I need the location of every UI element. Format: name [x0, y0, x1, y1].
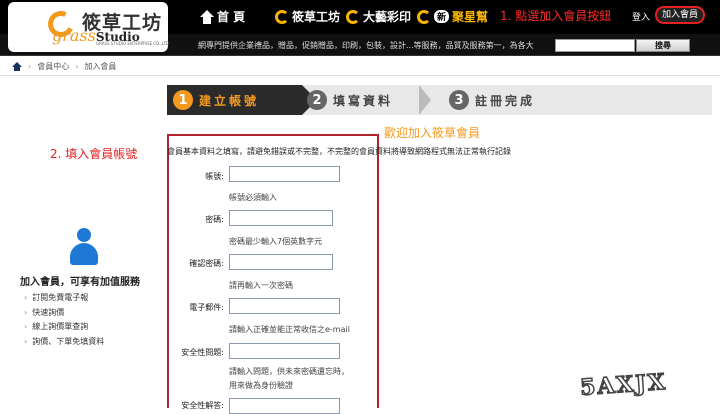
benefit-item-quote-lookup[interactable]: 線上詢價單查詢: [24, 321, 104, 336]
menu-star-club[interactable]: 新 聚星幫: [417, 8, 488, 25]
benefit-item-quick-quote[interactable]: 快速詢價: [24, 307, 104, 322]
email-label: 電子郵件:: [189, 303, 224, 312]
step-number: 1: [173, 90, 193, 110]
home-icon: [200, 9, 214, 24]
account-label: 帳號:: [205, 172, 224, 181]
member-avatar-icon: [70, 228, 98, 268]
search-input[interactable]: [555, 39, 635, 52]
step-label: 填寫資料: [333, 93, 394, 108]
logo[interactable]: 筱草工坊 grassStudio GRASS STUDIO ENTERPRISE…: [8, 2, 171, 52]
menu-grass-studio[interactable]: 筱草工坊: [275, 8, 340, 25]
security-question-label: 安全性問題:: [181, 348, 224, 357]
chevron-right-icon: ›: [28, 62, 32, 71]
account-hint: 帳號必須輸入: [229, 193, 277, 202]
menu-home[interactable]: 首 頁: [200, 8, 245, 25]
security-question-hint-1: 請輸入問題，供未來密碼遺忘時，: [229, 367, 349, 376]
breadcrumb: › 會員中心 › 加入會員: [0, 58, 720, 76]
step-complete: 3 註冊完成: [449, 85, 535, 115]
form-notice: 會員基本資料之填寫，請避免錯誤或不完整，不完整的會員資料將導致網路程式無法正常執…: [167, 147, 511, 156]
logo-subtext: GRASS STUDIO ENTERPRISE CO.,LTD.: [96, 41, 171, 46]
email-input[interactable]: [229, 298, 340, 314]
security-answer-label: 安全性解答:: [181, 401, 224, 410]
security-question-input[interactable]: [229, 343, 340, 359]
spiral-icon: [417, 9, 431, 24]
account-input[interactable]: [229, 166, 340, 182]
benefit-title: 加入會員，可享有加值服務: [20, 277, 140, 288]
email-hint: 請輸入正確並能正常收信之e-mail: [229, 325, 350, 334]
step-label: 註冊完成: [475, 93, 536, 108]
step-number: 2: [307, 90, 327, 110]
breadcrumb-join: 加入會員: [84, 62, 117, 71]
step-fill-info: 2 填寫資料: [307, 85, 393, 115]
chevron-right-icon: ›: [75, 62, 79, 71]
home-icon[interactable]: [12, 62, 22, 71]
step-number: 3: [449, 90, 469, 110]
annotation-step-2: 2. 填入會員帳號: [50, 147, 138, 161]
menu-printing[interactable]: 大藝彩印: [346, 8, 411, 25]
confirm-password-label: 確認密碼:: [189, 259, 224, 268]
confirm-password-hint: 請再輸入一次密碼: [229, 281, 293, 290]
spiral-icon: [346, 9, 360, 24]
security-answer-input[interactable]: [229, 398, 340, 414]
watermark: 5AXJX: [578, 368, 668, 402]
marquee-text: 網專門提供企業禮品，贈品，促銷贈品，印刷，包裝，設計...等服務，品質及服務第一…: [198, 41, 534, 50]
search-button[interactable]: 搜尋: [636, 39, 690, 52]
password-label: 密碼:: [205, 215, 224, 224]
step-create-account: 1 建立帳號: [167, 85, 317, 115]
breadcrumb-member-center[interactable]: 會員中心: [37, 61, 69, 72]
confirm-password-input[interactable]: [229, 254, 333, 270]
step-progress-bar: 1 建立帳號 2 填寫資料 3 註冊完成: [167, 85, 712, 115]
benefit-item-newsletter[interactable]: 訂閱免費電子報: [24, 292, 104, 307]
chevron-right-icon: [419, 85, 431, 115]
new-badge: 新: [434, 10, 450, 23]
step-label: 建立帳號: [199, 93, 260, 108]
password-hint: 密碼最少輸入7個英數字元: [229, 237, 323, 246]
welcome-heading: 歡迎加入筱草會員: [384, 126, 481, 140]
benefit-list: 訂閱免費電子報 快速詢價 線上詢價單查詢 詢價、下單免填資料: [24, 292, 104, 350]
security-question-hint-2: 用來做為身份驗證: [229, 381, 293, 390]
benefit-item-order[interactable]: 詢價、下單免填資料: [24, 336, 104, 351]
spiral-icon: [275, 9, 289, 24]
join-member-button[interactable]: 加入會員: [655, 6, 705, 24]
password-input[interactable]: [229, 210, 333, 226]
annotation-step-1: 1. 點選加入會員按鈕: [500, 9, 612, 23]
login-link[interactable]: 登入: [632, 10, 650, 23]
